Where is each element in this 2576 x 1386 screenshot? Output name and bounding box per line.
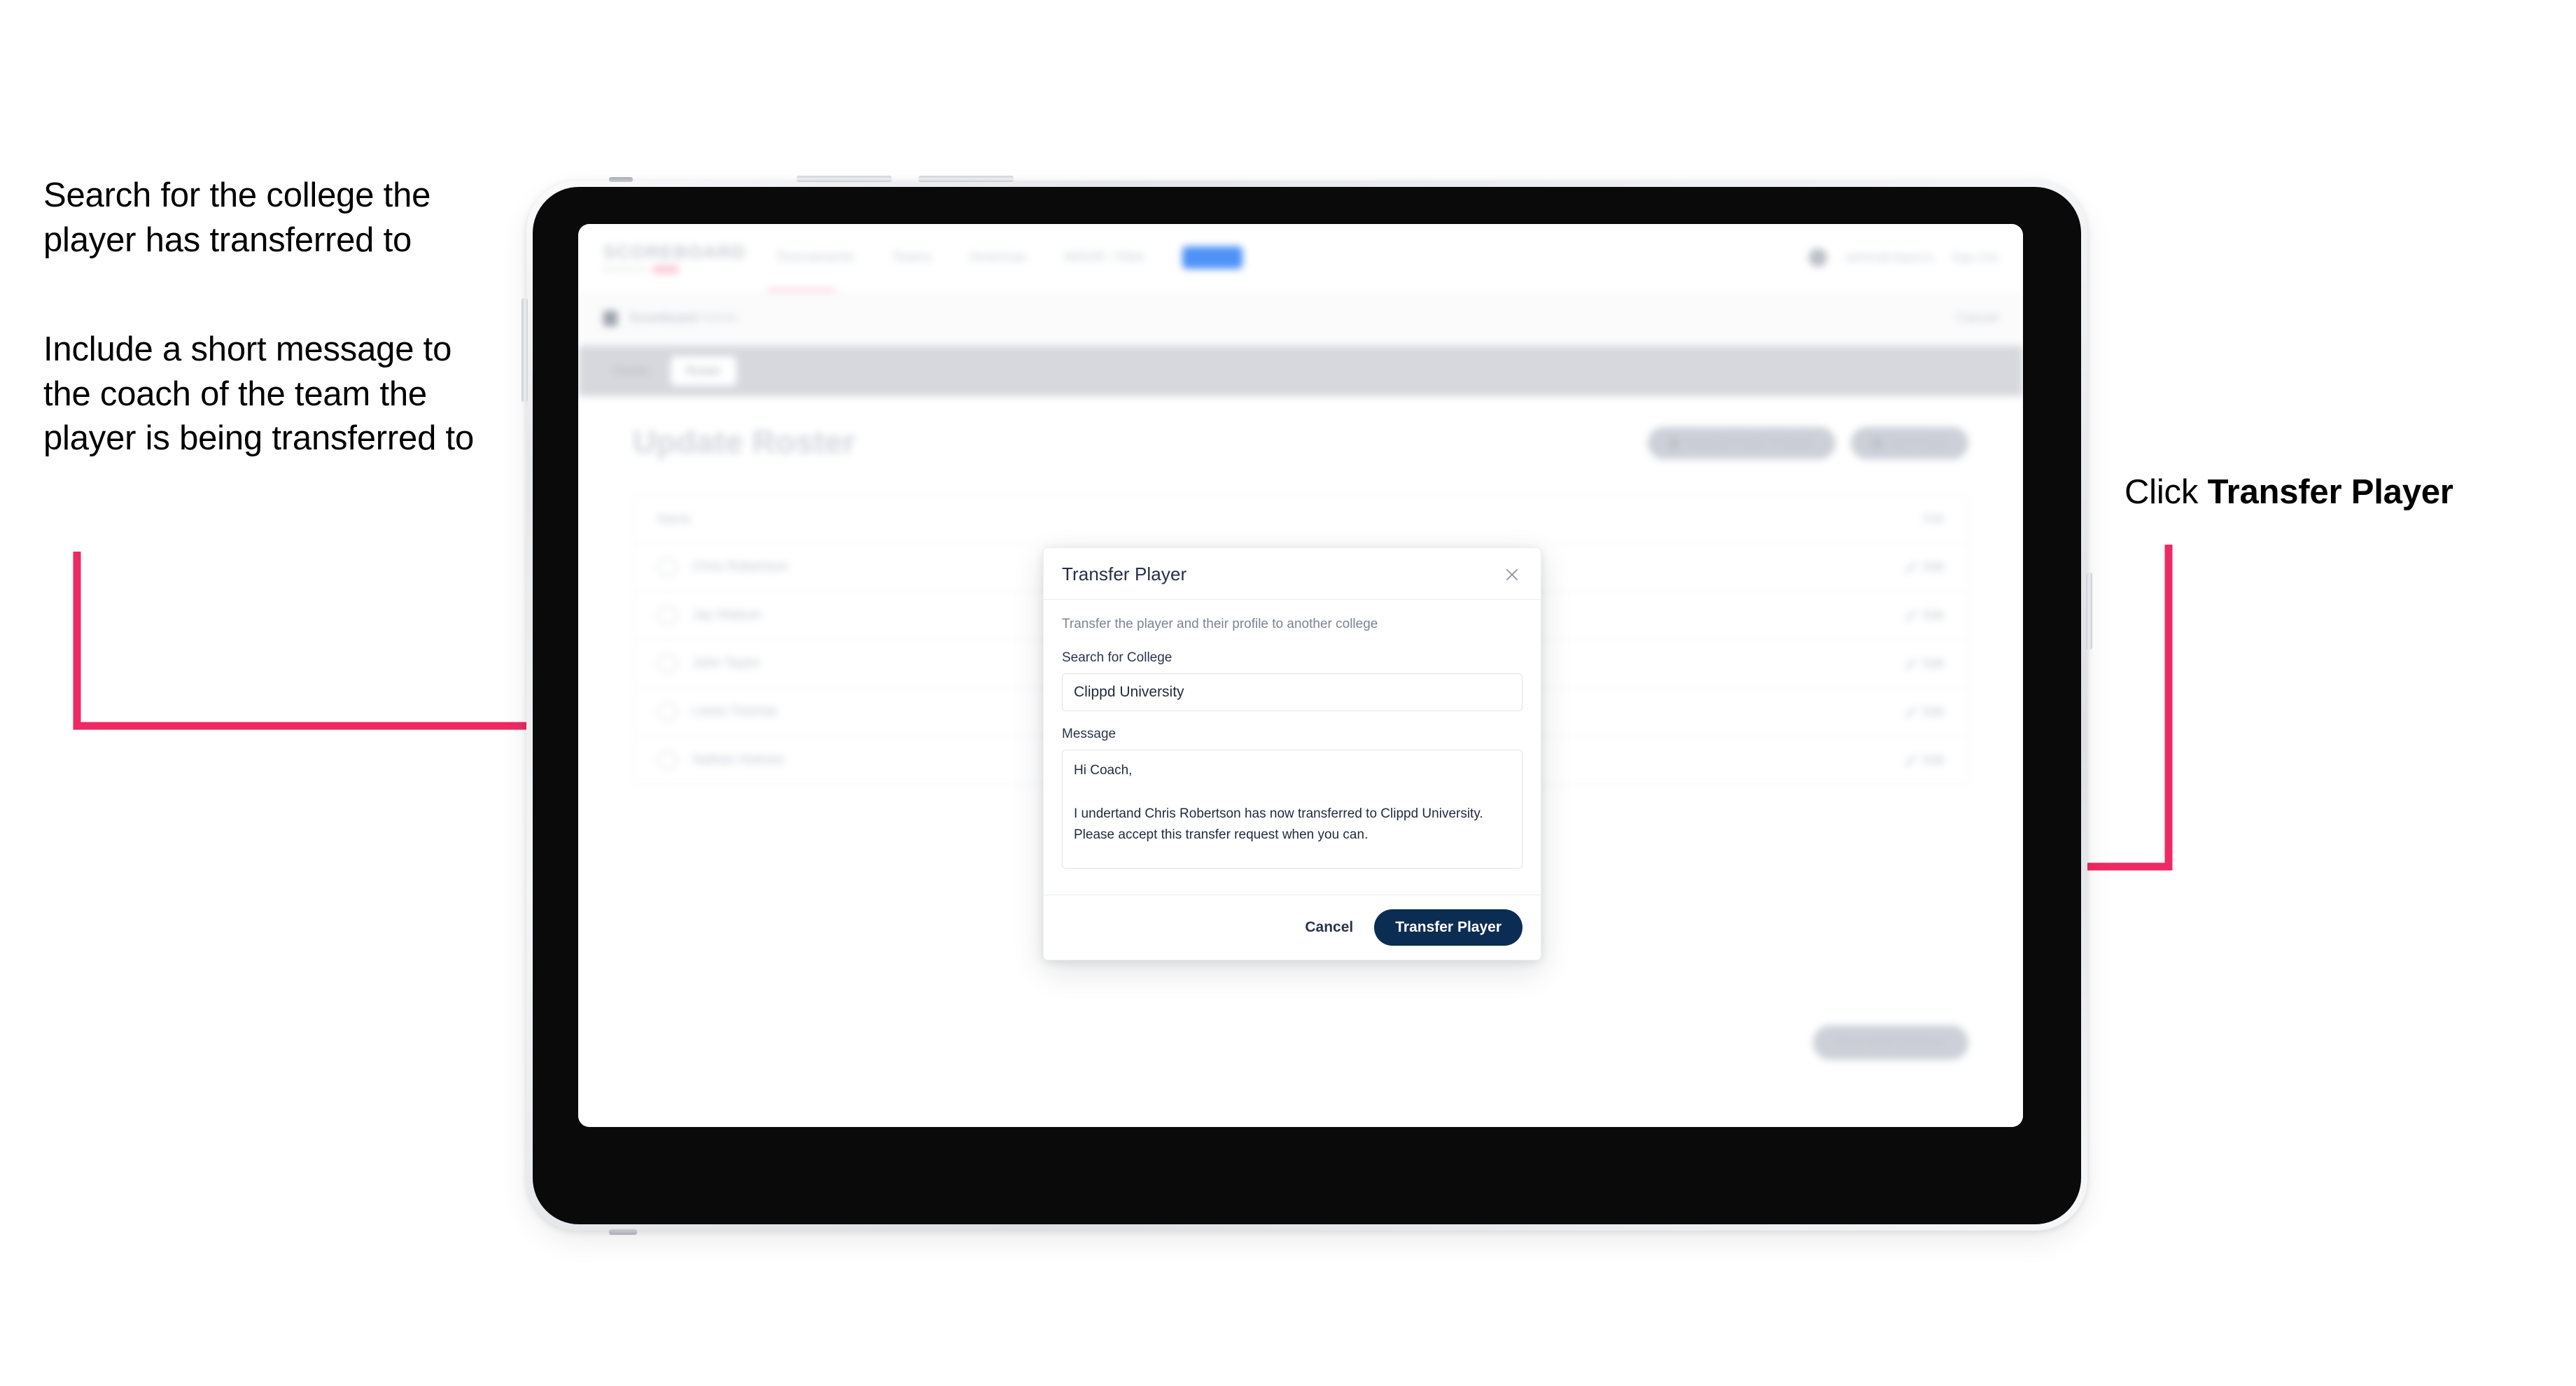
annotation-search-college: Search for the college the player has tr…	[43, 176, 431, 259]
annotation-include-message: Include a short message to the coach of …	[43, 330, 474, 458]
search-college-label: Search for College	[1062, 650, 1172, 665]
modal-header: Transfer Player	[1044, 548, 1541, 600]
annotation-click-transfer-player: Click Transfer Player	[2124, 470, 2572, 515]
message-textarea[interactable]: Hi Coach, I undertand Chris Robertson ha…	[1062, 750, 1522, 869]
annotation-right-prefix: Click	[2124, 473, 2208, 511]
antenna-band-top	[609, 177, 633, 182]
modal-footer: Cancel Transfer Player	[1044, 895, 1541, 960]
transfer-player-submit-button[interactable]: Transfer Player	[1374, 909, 1522, 946]
annotation-right-bold: Transfer Player	[2207, 473, 2454, 511]
volume-down-button[interactable]	[918, 176, 1014, 182]
tablet-device-frame: SCOREBOARD powered by Tournaments Teams …	[522, 176, 2092, 1235]
transfer-player-modal: Transfer Player Transfer the player and …	[1043, 547, 1541, 960]
cancel-button[interactable]: Cancel	[1302, 915, 1356, 940]
volume-up-button[interactable]	[797, 176, 892, 182]
modal-body: Transfer the player and their profile to…	[1044, 600, 1541, 879]
antenna-band-bottom	[609, 1229, 637, 1235]
tablet-screen: SCOREBOARD powered by Tournaments Teams …	[578, 224, 2023, 1127]
field-spacer	[1062, 711, 1522, 727]
message-label: Message	[1062, 727, 1116, 741]
close-icon[interactable]	[1502, 564, 1522, 585]
search-college-input[interactable]	[1062, 673, 1522, 711]
pencil-attach-strip	[2086, 573, 2092, 650]
modal-title: Transfer Player	[1062, 564, 1187, 584]
modal-description: Transfer the player and their profile to…	[1062, 617, 1378, 631]
power-button[interactable]	[522, 298, 528, 402]
